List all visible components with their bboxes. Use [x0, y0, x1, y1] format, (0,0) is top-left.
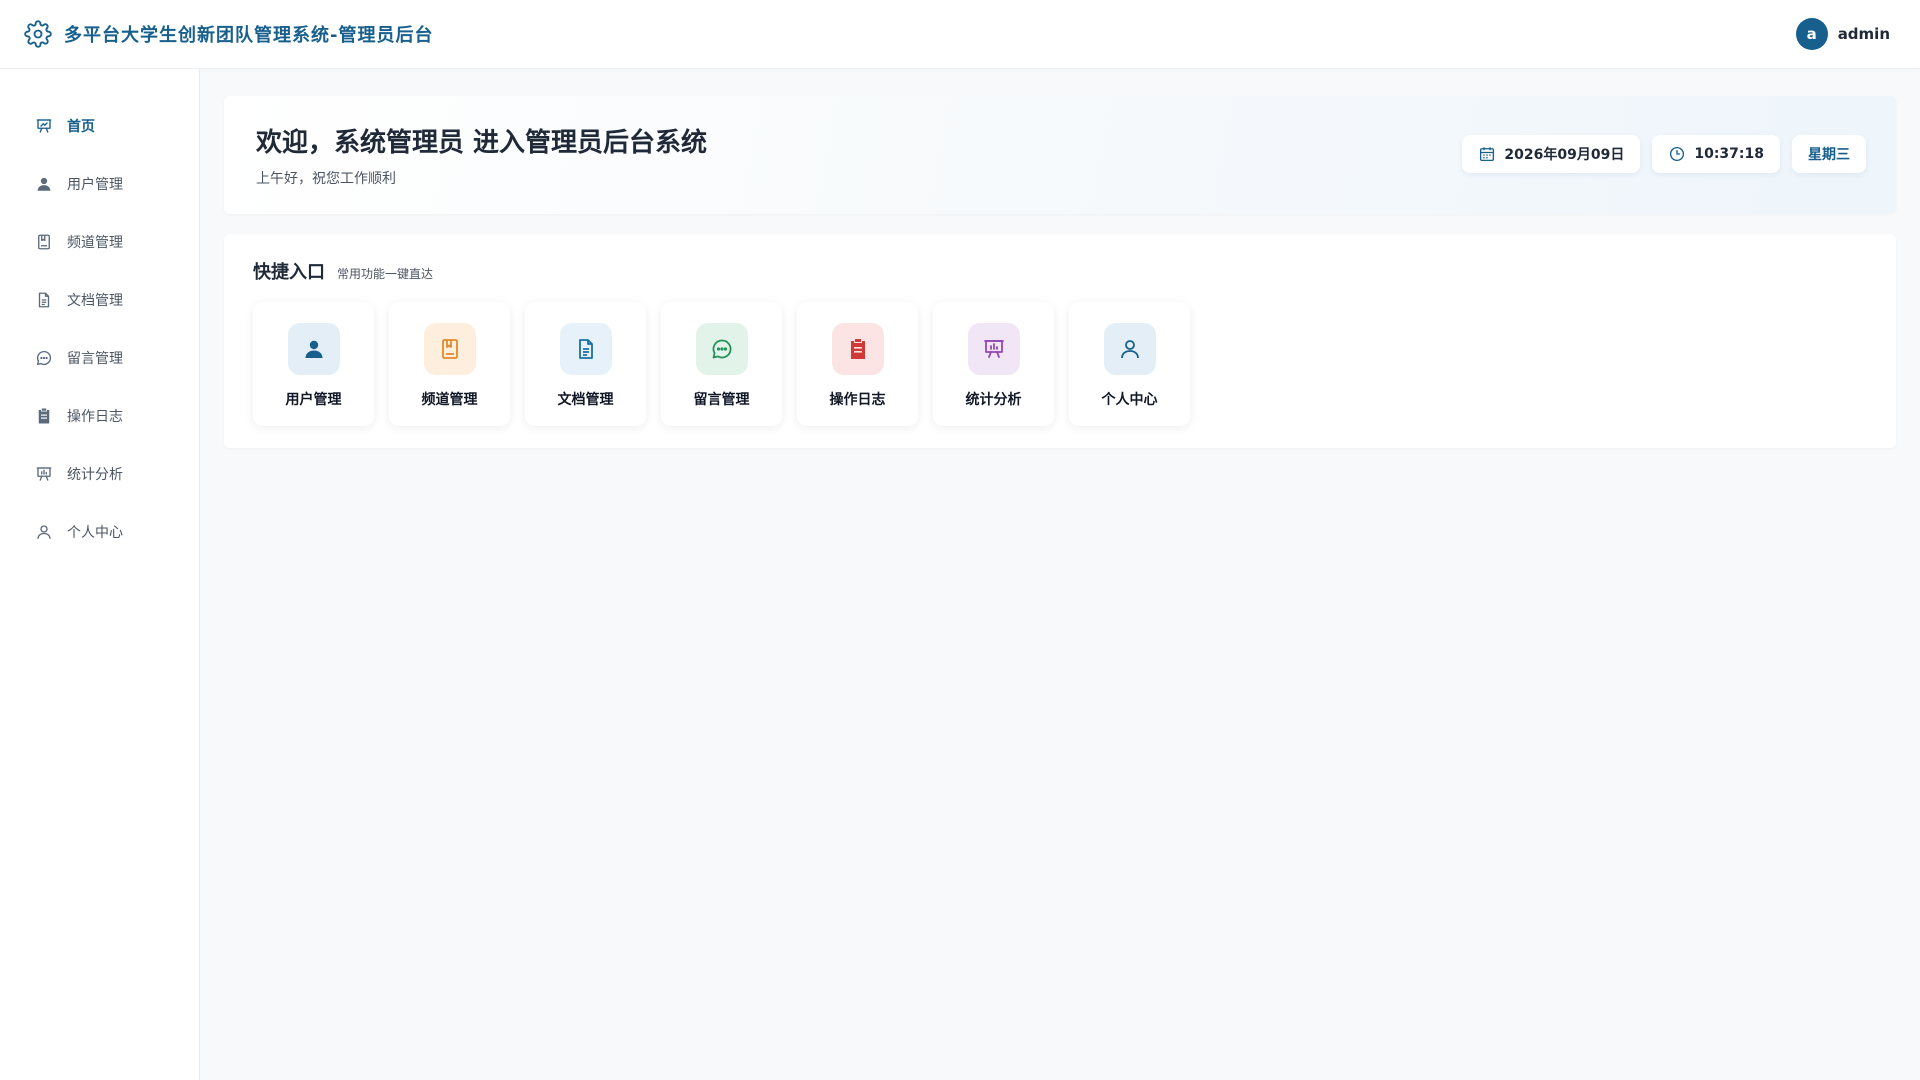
page-title: 欢迎，系统管理员 进入管理员后台系统: [256, 128, 708, 158]
quick-access-cards: 用户管理 频道管理 文档管理 留言管理 操作日志 统计分析 个人中心: [253, 302, 1190, 426]
sidebar-item-label: 频道管理: [67, 235, 123, 251]
document-icon: [559, 323, 612, 375]
time-chip: 10:37:18: [1652, 135, 1780, 173]
username[interactable]: admin: [1838, 25, 1890, 43]
weekday-text: 星期三: [1808, 147, 1850, 163]
quick-card-label: 留言管理: [693, 392, 750, 408]
user-icon: [35, 175, 53, 193]
bookmark-book-icon: [423, 323, 476, 375]
sidebar-item-label: 个人中心: [67, 525, 123, 541]
quick-card-label: 频道管理: [421, 392, 478, 408]
clipboard-icon: [831, 323, 884, 375]
sidebar-item-messages[interactable]: 留言管理: [0, 329, 199, 387]
sidebar-item-label: 留言管理: [67, 351, 123, 367]
quick-card-statistics[interactable]: 统计分析: [933, 302, 1054, 426]
quick-access-panel: 快捷入口 常用功能一键直达 用户管理 频道管理 文档管理 留言管理 操作日志 统…: [224, 234, 1896, 448]
user-icon: [287, 323, 340, 375]
top-header: 多平台大学生创新团队管理系统-管理员后台 a admin: [0, 0, 1920, 69]
sidebar-item-logs[interactable]: 操作日志: [0, 387, 199, 445]
brand: 多平台大学生创新团队管理系统-管理员后台: [24, 20, 433, 48]
quick-card-documents[interactable]: 文档管理: [525, 302, 646, 426]
weekday-chip: 星期三: [1792, 135, 1866, 173]
sidebar: 首页 用户管理 频道管理 文档管理 留言管理 操作日志 统计分析 个人中心: [0, 69, 200, 1080]
quick-card-profile[interactable]: 个人中心: [1069, 302, 1190, 426]
sidebar-item-label: 文档管理: [67, 293, 123, 309]
sidebar-item-home[interactable]: 首页: [0, 97, 199, 155]
presentation-chart-icon: [35, 117, 53, 135]
quick-card-label: 个人中心: [1101, 392, 1158, 408]
section-title: 快捷入口: [253, 262, 325, 283]
time-text: 10:37:18: [1694, 146, 1764, 162]
quick-card-label: 统计分析: [965, 392, 1022, 408]
greeting-text: 上午好，祝您工作顺利: [256, 171, 396, 187]
sidebar-item-profile[interactable]: 个人中心: [0, 503, 199, 561]
sidebar-item-label: 操作日志: [67, 409, 123, 425]
sidebar-item-users[interactable]: 用户管理: [0, 155, 199, 213]
date-text: 2026年09月09日: [1504, 147, 1625, 163]
presentation-chart-icon: [35, 465, 53, 483]
presentation-chart-icon: [967, 323, 1020, 375]
gear-icon: [24, 20, 52, 48]
bookmark-book-icon: [35, 233, 53, 251]
quick-card-messages[interactable]: 留言管理: [661, 302, 782, 426]
quick-card-users[interactable]: 用户管理: [253, 302, 374, 426]
date-chip: 2026年09月09日: [1462, 135, 1641, 173]
chat-bubble-icon: [695, 323, 748, 375]
quick-card-logs[interactable]: 操作日志: [797, 302, 918, 426]
sidebar-item-statistics[interactable]: 统计分析: [0, 445, 199, 503]
quick-card-channels[interactable]: 频道管理: [389, 302, 510, 426]
quick-card-label: 用户管理: [285, 392, 342, 408]
user-outline-icon: [1103, 323, 1156, 375]
sidebar-item-channels[interactable]: 频道管理: [0, 213, 199, 271]
quick-card-label: 文档管理: [557, 392, 614, 408]
quick-access-header: 快捷入口 常用功能一键直达: [253, 258, 433, 284]
app-title: 多平台大学生创新团队管理系统-管理员后台: [64, 25, 434, 46]
user-menu[interactable]: a admin: [1795, 18, 1890, 50]
avatar[interactable]: a: [1795, 18, 1828, 50]
sidebar-item-label: 统计分析: [67, 467, 123, 483]
clock-icon: [1668, 145, 1686, 163]
sidebar-item-label: 首页: [67, 119, 95, 135]
user-outline-icon: [35, 523, 53, 541]
chat-bubble-icon: [35, 349, 53, 367]
document-icon: [35, 291, 53, 309]
section-subtitle: 常用功能一键直达: [337, 267, 434, 281]
clipboard-icon: [35, 407, 53, 425]
quick-card-label: 操作日志: [829, 392, 886, 408]
welcome-banner: 欢迎，系统管理员 进入管理员后台系统 上午好，祝您工作顺利 2026年09月09…: [224, 96, 1896, 214]
sidebar-item-label: 用户管理: [67, 177, 123, 193]
sidebar-item-documents[interactable]: 文档管理: [0, 271, 199, 329]
calendar-icon: [1478, 145, 1496, 163]
date-time-chips: 2026年09月09日 10:37:18 星期三: [1462, 135, 1866, 173]
